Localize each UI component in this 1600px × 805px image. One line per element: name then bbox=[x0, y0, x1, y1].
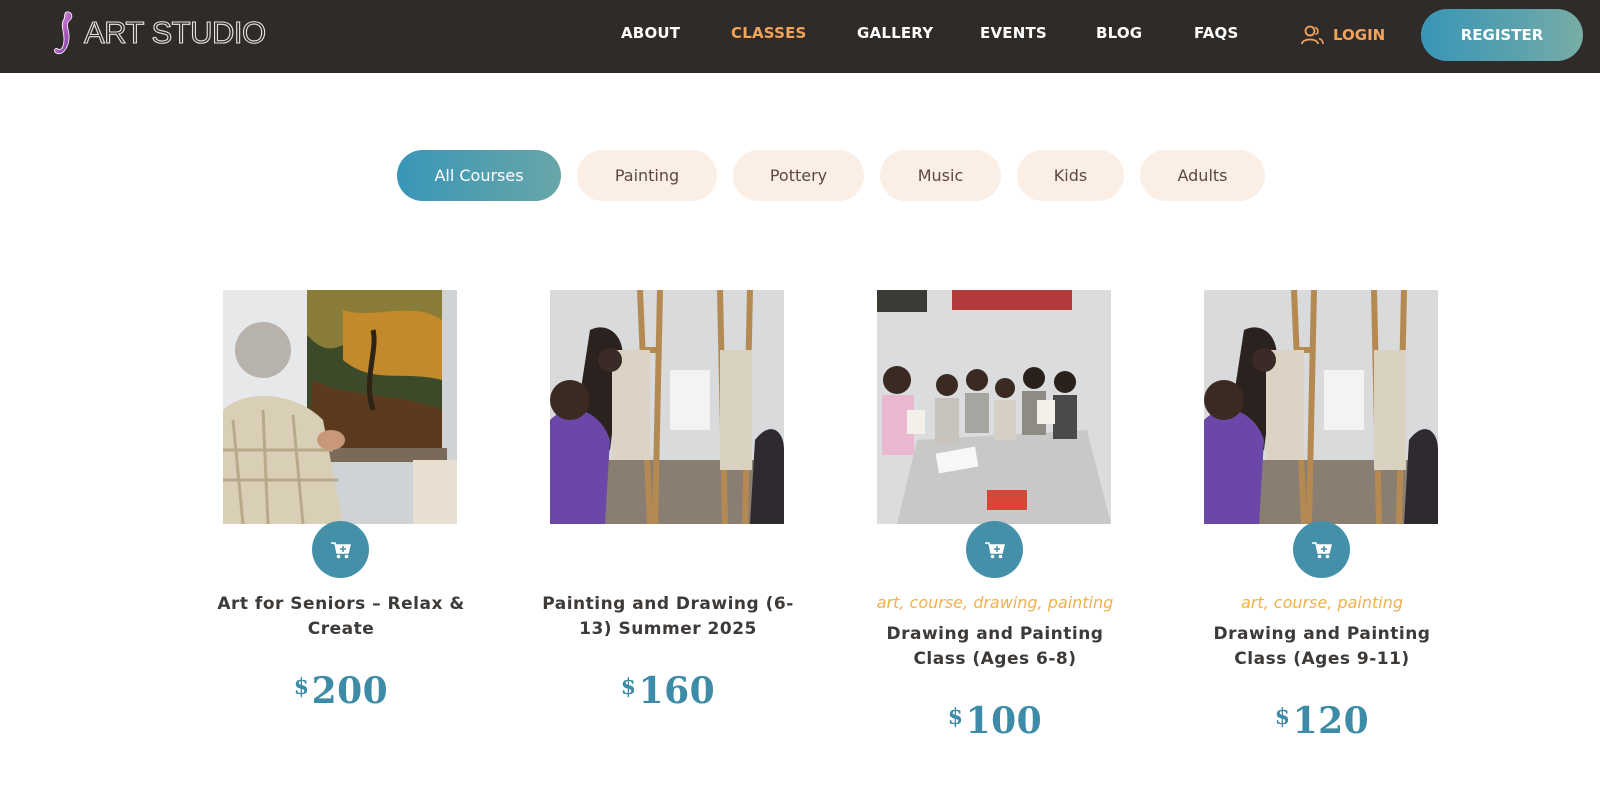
nav-classes[interactable]: CLASSES bbox=[731, 24, 807, 46]
filter-pottery[interactable]: Pottery bbox=[733, 150, 864, 201]
course-image[interactable] bbox=[877, 290, 1111, 524]
course-title[interactable]: Painting and Drawing (6-13) Summer 2025 bbox=[533, 592, 803, 642]
filter-music[interactable]: Music bbox=[880, 150, 1001, 201]
filter-adults[interactable]: Adults bbox=[1140, 150, 1265, 201]
course-price: $120 bbox=[1274, 700, 1370, 742]
user-icon bbox=[1301, 25, 1324, 45]
nav-blog[interactable]: BLOG bbox=[1096, 24, 1142, 46]
nav-events[interactable]: EVENTS bbox=[980, 24, 1047, 46]
course-image[interactable] bbox=[550, 290, 784, 524]
register-button[interactable]: REGISTER bbox=[1421, 9, 1583, 61]
login-label: LOGIN bbox=[1333, 26, 1386, 44]
cart-icon bbox=[330, 541, 351, 558]
course-image[interactable] bbox=[223, 290, 457, 524]
logo-text: ART STUDIO bbox=[83, 14, 266, 50]
login-link[interactable]: LOGIN bbox=[1300, 23, 1385, 47]
add-to-cart-button[interactable] bbox=[312, 521, 369, 578]
course-tags[interactable]: art, course, drawing, painting bbox=[860, 593, 1130, 612]
filter-painting[interactable]: Painting bbox=[577, 150, 717, 201]
site-logo[interactable]: ART STUDIO bbox=[52, 8, 267, 58]
course-price: $200 bbox=[293, 670, 389, 712]
course-image[interactable] bbox=[1204, 290, 1438, 524]
nav-about[interactable]: ABOUT bbox=[621, 24, 680, 46]
nav-faqs[interactable]: FAQS bbox=[1194, 24, 1239, 46]
course-price: $160 bbox=[620, 670, 716, 712]
course-title[interactable]: Art for Seniors – Relax & Create bbox=[206, 592, 476, 642]
add-to-cart-button[interactable] bbox=[1293, 521, 1350, 578]
cart-icon bbox=[1311, 541, 1332, 558]
filter-all-courses[interactable]: All Courses bbox=[397, 150, 561, 201]
course-price: $100 bbox=[947, 700, 1043, 742]
nav-gallery[interactable]: GALLERY bbox=[857, 24, 933, 46]
course-title[interactable]: Drawing and Painting Class (Ages 9-11) bbox=[1187, 622, 1457, 672]
site-header: ART STUDIO ABOUT CLASSES GALLERY EVENTS … bbox=[0, 0, 1600, 73]
brush-logo-icon bbox=[54, 11, 73, 55]
filter-kids[interactable]: Kids bbox=[1017, 150, 1124, 201]
cart-icon bbox=[984, 541, 1005, 558]
add-to-cart-button[interactable] bbox=[966, 521, 1023, 578]
course-tags[interactable]: art, course, painting bbox=[1187, 593, 1457, 612]
course-title[interactable]: Drawing and Painting Class (Ages 6-8) bbox=[860, 622, 1130, 672]
